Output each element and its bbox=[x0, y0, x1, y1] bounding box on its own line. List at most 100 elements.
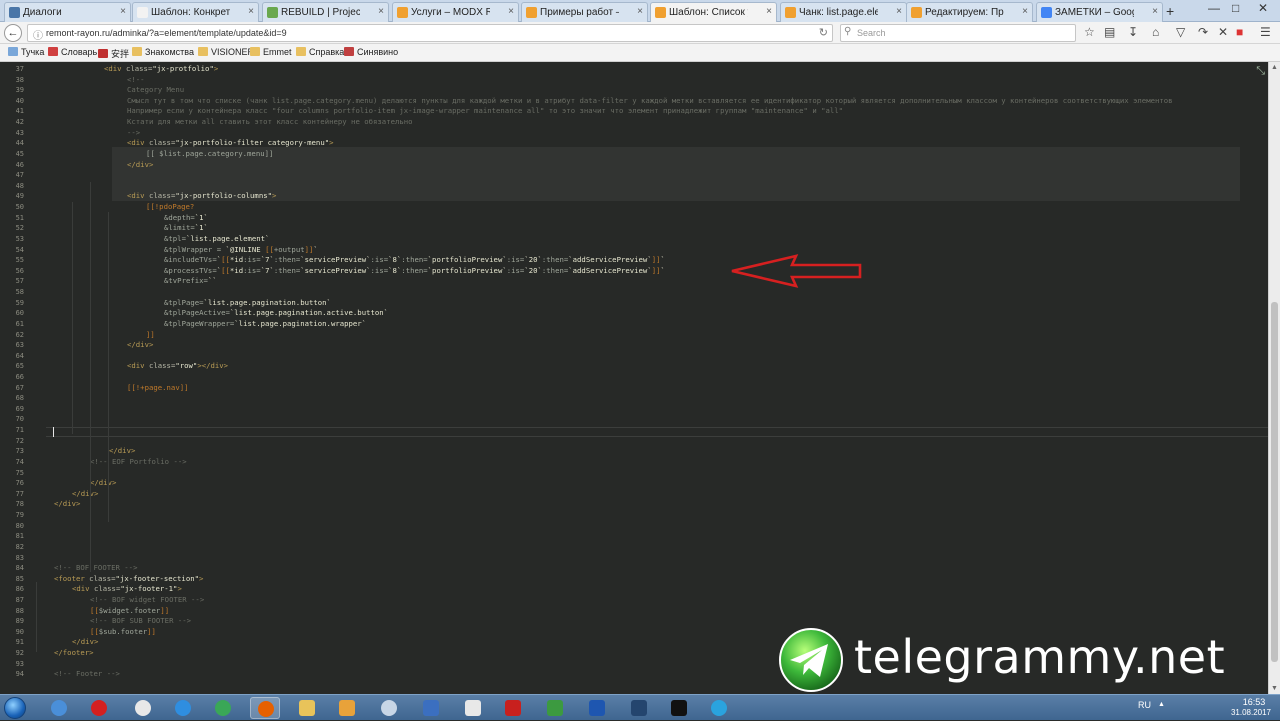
maximize-icon[interactable]: □ bbox=[1232, 1, 1239, 15]
code-line[interactable]: Кстати для метки all ставить этот класс … bbox=[127, 117, 413, 126]
vertical-scrollbar[interactable]: ▲ ▼ bbox=[1268, 62, 1280, 694]
network-taskbar-button[interactable] bbox=[416, 697, 446, 719]
code-line[interactable]: &tplPageActive=`list.page.pagination.act… bbox=[164, 308, 388, 317]
docs-taskbar-button[interactable] bbox=[458, 697, 488, 719]
close-x-icon[interactable]: ✕ bbox=[1218, 25, 1228, 39]
code-line[interactable]: [[$sub.footer]] bbox=[90, 627, 156, 636]
browser-tab[interactable]: Услуги – MODX Revolution × bbox=[392, 2, 519, 22]
start-button[interactable] bbox=[4, 697, 26, 719]
scroll-up-icon[interactable]: ▲ bbox=[1271, 64, 1278, 71]
code-line[interactable]: [[$widget.footer]] bbox=[90, 606, 169, 615]
code-line[interactable]: <!-- BOF widget FOOTER --> bbox=[90, 595, 204, 604]
browser-tab[interactable]: ЗАМЕТКИ – Google Docs × bbox=[1036, 2, 1163, 22]
downloads-icon[interactable]: ↧ bbox=[1128, 25, 1138, 39]
terminal-taskbar-button[interactable] bbox=[664, 697, 694, 719]
code-line[interactable]: </div> bbox=[72, 637, 98, 646]
filezilla-taskbar-button[interactable] bbox=[498, 697, 528, 719]
ie-taskbar-button[interactable] bbox=[168, 697, 198, 719]
browser-tab[interactable]: Редактируем: Примеры работ × bbox=[906, 2, 1033, 22]
bookmark-item[interactable]: Тучка bbox=[8, 47, 44, 57]
code-line[interactable]: &processTVs=`[[*id:is=`7`:then=`serviceP… bbox=[164, 266, 665, 275]
chrome-taskbar-button[interactable] bbox=[208, 697, 238, 719]
code-line[interactable]: &limit=`1` bbox=[164, 223, 208, 232]
calc-taskbar-button[interactable] bbox=[582, 697, 612, 719]
tab-close-icon[interactable]: × bbox=[637, 6, 643, 17]
tab-close-icon[interactable]: × bbox=[766, 6, 772, 17]
reading-list-icon[interactable]: ▤ bbox=[1104, 25, 1115, 39]
code-line[interactable]: <!-- BOF SUB FOOTER --> bbox=[90, 616, 191, 625]
code-line[interactable]: <!-- BOF FOOTER --> bbox=[54, 563, 137, 572]
tab-close-icon[interactable]: × bbox=[1152, 6, 1158, 17]
code-line[interactable]: <div class="jx-protfolio"> bbox=[104, 64, 218, 73]
share-icon[interactable]: ↷ bbox=[1198, 25, 1208, 39]
minimize-icon[interactable]: — bbox=[1208, 1, 1220, 15]
code-line[interactable]: &tplPage=`list.page.pagination.button` bbox=[164, 298, 331, 307]
connect-taskbar-button[interactable] bbox=[624, 697, 654, 719]
bookmark-item[interactable]: Синявино bbox=[344, 47, 398, 57]
code-line[interactable]: [[!+page.nav]] bbox=[127, 383, 189, 392]
code-line[interactable]: <div class="jx-portfolio-filter category… bbox=[127, 138, 334, 147]
bookmark-item[interactable]: VISIONER bbox=[198, 47, 254, 57]
search-input[interactable]: ⚲ Search bbox=[840, 24, 1076, 42]
browser-tab[interactable]: Шаблон: Список услуг | MODX × bbox=[650, 2, 777, 22]
code-line[interactable]: &includeTVs=`[[*id:is=`7`:then=`serviceP… bbox=[164, 255, 665, 264]
code-line[interactable]: Например если у контейнера класс "four c… bbox=[127, 106, 843, 115]
reload-icon[interactable]: ↻ bbox=[819, 26, 828, 39]
menu-icon[interactable]: ☰ bbox=[1260, 25, 1271, 39]
bookmark-star-icon[interactable]: ☆ bbox=[1084, 25, 1095, 39]
code-line[interactable]: </div> bbox=[54, 499, 80, 508]
browser-tab[interactable]: Шаблон: Конкретная Услуга × bbox=[132, 2, 259, 22]
bookmark-item[interactable]: Словарь bbox=[48, 47, 97, 57]
browser-tab[interactable]: REBUILD | Projects × bbox=[262, 2, 389, 22]
code-line[interactable]: &tplPageWrapper=`list.page.pagination.wr… bbox=[164, 319, 366, 328]
code-line[interactable]: <div class="row"></div> bbox=[127, 361, 228, 370]
code-line[interactable]: Смысл тут в том что списке (чанк list.pa… bbox=[127, 96, 1173, 105]
new-tab-button[interactable]: + bbox=[1166, 3, 1174, 19]
browser-tab[interactable]: Примеры работ – MODX × bbox=[521, 2, 648, 22]
cd-taskbar-button[interactable] bbox=[374, 697, 404, 719]
home-icon[interactable]: ⌂ bbox=[1152, 25, 1159, 39]
media-taskbar-button[interactable] bbox=[332, 697, 362, 719]
back-button[interactable]: ← bbox=[4, 24, 22, 42]
tab-close-icon[interactable]: × bbox=[1022, 6, 1028, 17]
flag-ru-icon[interactable]: ■ bbox=[1236, 25, 1243, 39]
browser-tab[interactable]: Чанк: list.page.element | MODX × bbox=[780, 2, 907, 22]
code-line[interactable]: ]] bbox=[146, 330, 155, 339]
code-line[interactable]: <!-- bbox=[127, 75, 145, 84]
telegram-taskbar-button[interactable] bbox=[704, 697, 734, 719]
code-line[interactable]: </div> bbox=[72, 489, 98, 498]
url-bar[interactable]: ⓘ remont-rayon.ru/adminka/?a=element/tem… bbox=[27, 24, 833, 42]
code-line[interactable]: [[!pdoPage? bbox=[146, 202, 194, 211]
bookmark-item[interactable]: 安拌 bbox=[98, 47, 129, 60]
code-editor[interactable]: 37 38 39 40 41 42 43 44 45 46 47 48 49 50 51 52 53 54 55 56… bbox=[0, 62, 1268, 694]
tab-close-icon[interactable]: × bbox=[508, 6, 514, 17]
clock-date[interactable]: 31.08.2017 bbox=[1226, 708, 1276, 717]
code-line[interactable]: </div> bbox=[90, 478, 116, 487]
code-line[interactable]: <div class="jx-portfolio-columns"> bbox=[127, 191, 276, 200]
chrome-old-taskbar-button[interactable] bbox=[44, 697, 74, 719]
code-line[interactable]: --> bbox=[127, 128, 140, 137]
close-window-icon[interactable]: ✕ bbox=[1258, 1, 1268, 15]
scroll-down-icon[interactable]: ▼ bbox=[1271, 685, 1278, 692]
tab-close-icon[interactable]: × bbox=[248, 6, 254, 17]
code-line[interactable]: &tplWrapper = `@INLINE [[+output]]` bbox=[164, 245, 318, 254]
tab-close-icon[interactable]: × bbox=[896, 6, 902, 17]
site-info-icon[interactable]: ⓘ bbox=[33, 27, 43, 42]
language-indicator[interactable]: RU bbox=[1138, 700, 1151, 710]
yandex-taskbar-button[interactable] bbox=[128, 697, 158, 719]
notepad-taskbar-button[interactable] bbox=[540, 697, 570, 719]
code-line[interactable]: </div> bbox=[127, 340, 153, 349]
bookmark-item[interactable]: Emmet bbox=[250, 47, 292, 57]
opera-taskbar-button[interactable] bbox=[84, 697, 114, 719]
tray-expand-icon[interactable]: ▲ bbox=[1158, 701, 1165, 708]
code-line[interactable]: &tpl=`list.page.element` bbox=[164, 234, 269, 243]
code-line[interactable]: </footer> bbox=[54, 648, 94, 657]
code-line[interactable]: [[ $list.page.category.menu]] bbox=[146, 149, 273, 158]
bookmark-item[interactable]: Знакомства bbox=[132, 47, 194, 57]
tab-close-icon[interactable]: × bbox=[378, 6, 384, 17]
code-line[interactable]: &tvPrefix=`` bbox=[164, 276, 217, 285]
scrollbar-thumb[interactable] bbox=[1271, 302, 1278, 662]
clock-time[interactable]: 16:53 bbox=[1234, 697, 1274, 707]
pocket-icon[interactable]: ▽ bbox=[1176, 25, 1185, 39]
code-line[interactable]: &depth=`1` bbox=[164, 213, 208, 222]
